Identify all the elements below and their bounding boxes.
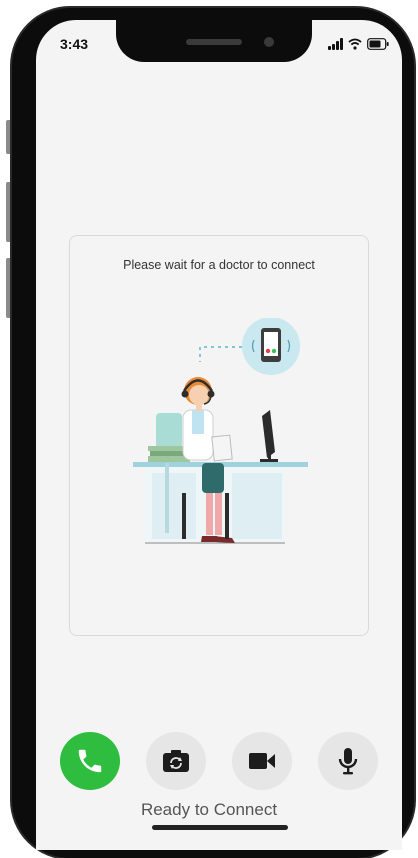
doctor-illustration [133, 318, 308, 544]
call-controls [0, 732, 418, 792]
volume-up-button [6, 182, 11, 242]
video-camera-icon [249, 753, 275, 769]
speaker-grille [186, 39, 242, 45]
status-time: 3:43 [60, 36, 89, 52]
video-button[interactable] [232, 732, 292, 790]
notch [116, 20, 312, 62]
camera-switch-icon [163, 750, 189, 772]
connection-status: Ready to Connect [140, 800, 278, 819]
silent-switch [6, 120, 11, 154]
switch-camera-button[interactable] [146, 732, 206, 790]
signal-icon [328, 38, 343, 50]
battery-icon [367, 38, 389, 50]
volume-down-button [6, 258, 11, 318]
call-button[interactable] [60, 732, 120, 790]
microphone-button[interactable] [318, 732, 378, 790]
waiting-message: Please wait for a doctor to connect [123, 258, 315, 272]
home-indicator[interactable] [152, 825, 288, 830]
waiting-card: Please wait for a doctor to connect [69, 235, 369, 636]
phone-icon [78, 749, 102, 773]
front-camera [264, 37, 274, 47]
status-icons [328, 36, 389, 50]
wifi-icon [348, 38, 362, 50]
microphone-icon [338, 748, 358, 775]
